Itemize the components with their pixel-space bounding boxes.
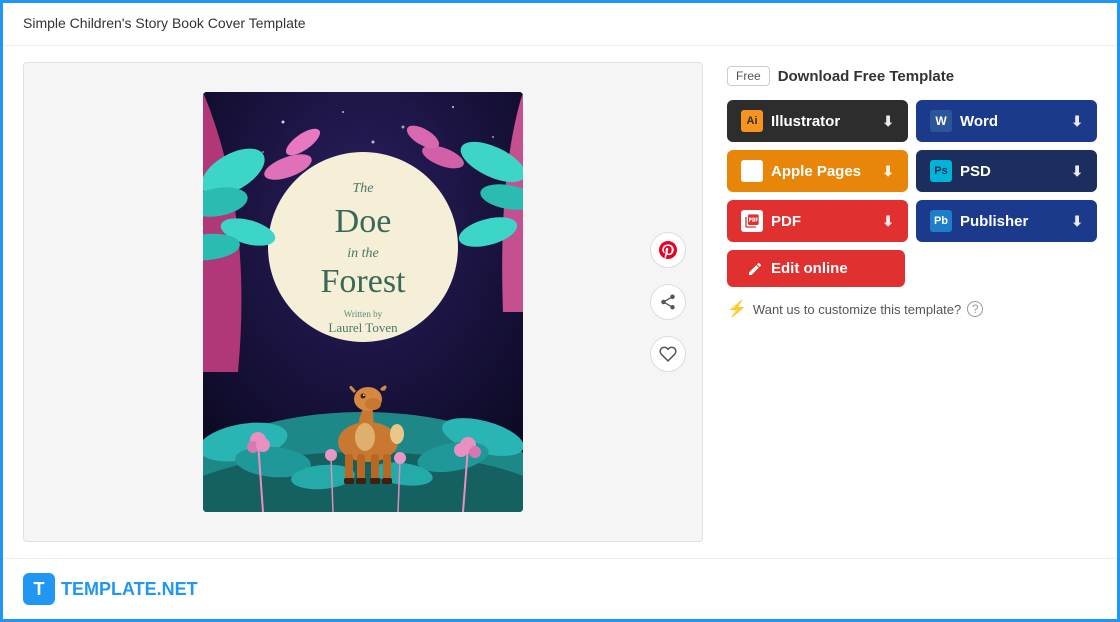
download-arrow-psd: ⬇ [1071, 163, 1083, 180]
svg-text:Doe: Doe [335, 203, 392, 240]
word-label: Word [960, 113, 998, 130]
preview-area: The Doe in the Forest Written by Laurel … [23, 62, 703, 542]
page-title: Simple Children's Story Book Cover Templ… [23, 15, 306, 31]
logo-t-box: T [23, 573, 55, 605]
word-button[interactable]: W Word ⬇ [916, 100, 1097, 142]
apple-pages-label: Apple Pages [771, 163, 861, 180]
svg-text:The: The [353, 181, 374, 196]
brand-suffix: .NET [157, 579, 198, 599]
download-arrow-apple: ⬇ [882, 163, 894, 180]
download-buttons-grid: Ai Illustrator ⬇ W Word ⬇ Apple Pages ⬇ [727, 100, 1097, 242]
customize-row: ⚡ Want us to customize this template? ? [727, 299, 1097, 319]
free-badge-row: Free Download Free Template [727, 66, 1097, 86]
pdf-label: PDF [771, 213, 801, 230]
ai-icon: Ai [741, 110, 763, 132]
svg-text:Forest: Forest [321, 263, 407, 300]
lightning-icon: ⚡ [727, 299, 747, 319]
word-icon: W [930, 110, 952, 132]
psd-label: PSD [960, 163, 991, 180]
book-cover: The Doe in the Forest Written by Laurel … [203, 92, 523, 512]
svg-text:Laurel Toven: Laurel Toven [328, 320, 398, 335]
download-arrow-pdf: ⬇ [882, 213, 894, 230]
header: Simple Children's Story Book Cover Templ… [3, 3, 1117, 46]
apple-icon [741, 160, 763, 182]
apple-pages-button[interactable]: Apple Pages ⬇ [727, 150, 908, 192]
footer: T TEMPLATE.NET [3, 558, 1117, 619]
publisher-icon: Pb [930, 210, 952, 232]
download-arrow-publisher: ⬇ [1071, 213, 1083, 230]
svg-text:in the: in the [347, 246, 379, 261]
customize-label: Want us to customize this template? [753, 302, 961, 317]
svg-text:Written by: Written by [344, 309, 383, 319]
edit-online-button[interactable]: Edit online [727, 250, 905, 287]
publisher-label: Publisher [960, 213, 1028, 230]
psd-button[interactable]: Ps PSD ⬇ [916, 150, 1097, 192]
download-arrow-ai: ⬇ [882, 113, 894, 130]
right-panel: Free Download Free Template Ai Illustrat… [727, 62, 1097, 542]
side-icons-panel [650, 232, 686, 372]
share-button[interactable] [650, 284, 686, 320]
publisher-button[interactable]: Pb Publisher ⬇ [916, 200, 1097, 242]
edit-online-label: Edit online [771, 260, 848, 277]
download-label: Download Free Template [778, 68, 954, 85]
free-badge: Free [727, 66, 770, 86]
pdf-icon [741, 210, 763, 232]
ps-icon: Ps [930, 160, 952, 182]
illustrator-label: Illustrator [771, 113, 840, 130]
logo-letter: T [34, 579, 45, 600]
pdf-button[interactable]: PDF ⬇ [727, 200, 908, 242]
info-icon[interactable]: ? [967, 301, 983, 317]
favorite-button[interactable] [650, 336, 686, 372]
download-arrow-word: ⬇ [1071, 113, 1083, 130]
illustrator-button[interactable]: Ai Illustrator ⬇ [727, 100, 908, 142]
brand-name: TEMPLATE.NET [61, 579, 198, 600]
pinterest-button[interactable] [650, 232, 686, 268]
